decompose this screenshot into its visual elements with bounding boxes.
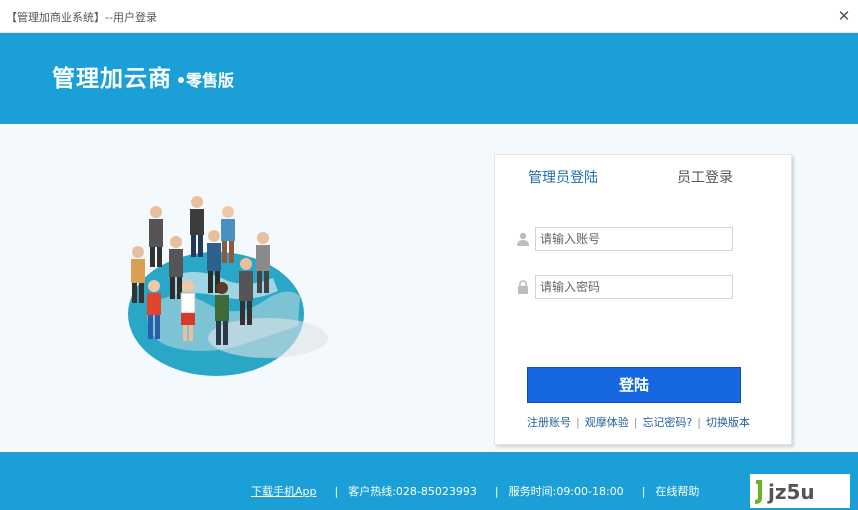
watermark-text: jz5u [767,480,815,504]
footer-items: 下载手机App | 客户热线:028-85023993 | 服务时间:09:00-18:… [251,483,699,499]
account-input[interactable] [535,227,733,251]
footer-divider: | [334,485,339,498]
demo-link[interactable]: 观摩体验 [585,416,629,429]
brand-dot [178,77,184,83]
footer-bar: 下载手机App | 客户热线:028-85023993 | 服务时间:09:00-18:… [0,452,858,510]
download-app-link[interactable]: 下载手机App [251,485,317,498]
brand-logo: 管理加云商 零售版 [52,59,234,93]
switch-version-link[interactable]: 切换版本 [706,416,750,429]
service-hours-text: 服务时间:09:00-18:00 [508,485,624,498]
password-input[interactable] [535,275,733,299]
login-button[interactable]: 登陆 [527,367,741,403]
link-divider: | [633,416,638,429]
link-divider: | [697,416,701,429]
watermark-logo: jz5u [750,474,850,508]
link-divider: | [576,416,580,429]
tab-admin-login[interactable]: 管理员登陆 [528,167,598,187]
password-field [515,275,735,299]
login-card: 管理员登陆 员工登录 登陆 注册账号 | 观摩体验 | 忘记密码? | 切换版本 [494,154,792,445]
brand-name: 管理加云商 [52,66,172,92]
login-links: 注册账号 | 观摩体验 | 忘记密码? | 切换版本 [527,414,757,430]
window-title: 【管理加商业系统】--用户登录 [6,11,157,24]
people-globe-illustration [128,196,328,376]
account-field [515,227,735,251]
forgot-password-link[interactable]: 忘记密码? [642,416,692,429]
close-icon[interactable]: ✕ [836,8,852,24]
main-content: 管理员登陆 员工登录 登陆 注册账号 | 观摩体验 | 忘记密码? | 切换版本 [0,124,858,452]
lock-icon [518,280,528,294]
register-link[interactable]: 注册账号 [527,416,571,429]
tab-staff-login[interactable]: 员工登录 [677,167,733,187]
brand-edition: 零售版 [186,71,235,90]
user-icon [517,232,529,246]
online-help-link[interactable]: 在线帮助 [655,485,699,498]
hotline-text: 客户热线:028-85023993 [348,485,477,498]
footer-divider: | [494,485,499,498]
footer-divider: | [641,485,646,498]
window-titlebar: 【管理加商业系统】--用户登录 ✕ [0,0,858,33]
header-banner: 管理加云商 零售版 [0,33,858,124]
